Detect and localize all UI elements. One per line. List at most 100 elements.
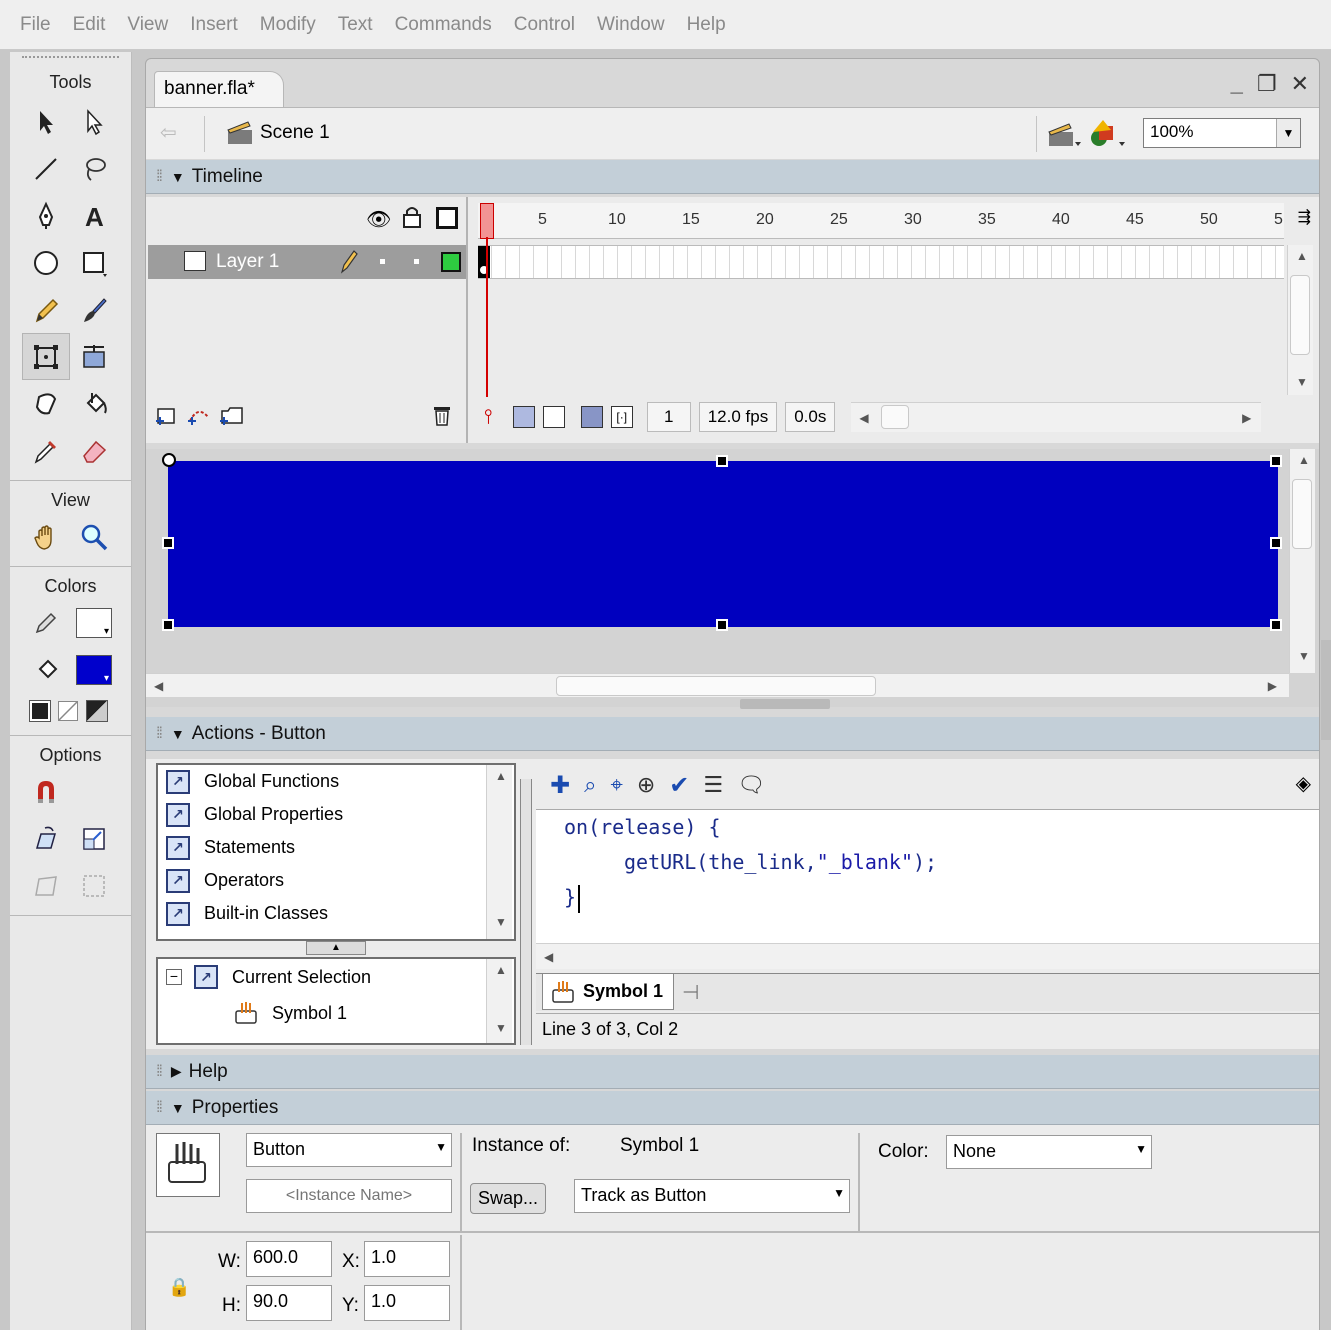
transform-handle[interactable]: [162, 619, 174, 631]
lock-icon[interactable]: [402, 205, 422, 234]
hand-tool[interactable]: [22, 513, 70, 560]
scroll-down-icon[interactable]: ▼: [1298, 649, 1310, 663]
back-arrow-icon[interactable]: ⇦: [160, 120, 177, 145]
layer-name[interactable]: Layer 1: [216, 251, 279, 273]
book-statements[interactable]: ↗ Statements: [158, 831, 514, 864]
scroll-right-icon[interactable]: ▶: [1268, 679, 1277, 693]
tree-symbol-item[interactable]: Symbol 1: [158, 995, 514, 1031]
motion-guide-icon[interactable]: [186, 403, 212, 432]
dropdown-arrow-icon[interactable]: ▼: [1135, 1142, 1147, 1156]
menu-edit[interactable]: Edit: [73, 14, 106, 36]
auto-format-icon[interactable]: ☰: [703, 772, 723, 798]
pencil-tool[interactable]: [22, 286, 70, 333]
scroll-up-icon[interactable]: ▲: [495, 963, 507, 977]
code-hint-icon[interactable]: 🗨: [737, 772, 765, 798]
panel-grip-icon[interactable]: ⁞⁞: [156, 725, 163, 743]
actions-header[interactable]: ⁞⁞ ▼ Actions - Button: [146, 717, 1319, 751]
menu-text[interactable]: Text: [338, 14, 373, 36]
width-input[interactable]: 600.0: [246, 1241, 332, 1277]
playhead-marker[interactable]: [480, 203, 494, 239]
oval-tool[interactable]: [22, 239, 70, 286]
frame-row[interactable]: [478, 245, 1284, 279]
selection-tool[interactable]: [22, 98, 70, 145]
track-as-dropdown[interactable]: Track as Button ▼: [574, 1179, 850, 1213]
eyedropper-tool[interactable]: [22, 427, 70, 474]
timeline-vscroll[interactable]: ▲ ▼: [1287, 245, 1313, 395]
scroll-left-icon[interactable]: ◀: [859, 411, 868, 425]
constrain-lock-icon[interactable]: 🔒: [168, 1277, 190, 1298]
color-effect-dropdown[interactable]: None ▼: [946, 1135, 1152, 1169]
insert-folder-icon[interactable]: [218, 403, 246, 432]
scroll-thumb[interactable]: [1292, 479, 1312, 549]
dropdown-arrow-icon[interactable]: ▼: [833, 1186, 845, 1200]
scroll-up-icon[interactable]: ▲: [495, 769, 507, 783]
help-header[interactable]: ⁞⁞ ▶ Help: [146, 1055, 1319, 1089]
collapse-arrow-icon[interactable]: ▼: [171, 1100, 185, 1116]
lasso-tool[interactable]: [70, 145, 118, 192]
lock-dot[interactable]: [414, 259, 419, 264]
script-tab-symbol[interactable]: Symbol 1: [542, 974, 674, 1010]
menu-commands[interactable]: Commands: [395, 14, 492, 36]
timeline-hscroll[interactable]: ◀ ▶: [851, 402, 1262, 432]
scroll-left-icon[interactable]: ◀: [544, 950, 553, 964]
find-icon[interactable]: ⌕: [584, 772, 596, 798]
pane-splitter[interactable]: [520, 779, 532, 1045]
scroll-down-icon[interactable]: ▼: [495, 1021, 507, 1035]
registration-point-icon[interactable]: [162, 453, 176, 467]
transform-handle[interactable]: [162, 537, 174, 549]
properties-header[interactable]: ⁞⁞ ▼ Properties: [146, 1091, 1319, 1125]
line-tool[interactable]: [22, 145, 70, 192]
scroll-thumb[interactable]: [1290, 275, 1310, 355]
snap-magnet-option[interactable]: [22, 768, 70, 815]
zoom-dropdown-arrow-icon[interactable]: ▼: [1276, 119, 1300, 147]
book-operators[interactable]: ↗ Operators: [158, 864, 514, 897]
frame-rate[interactable]: 12.0 fps: [698, 402, 778, 432]
outline-icon[interactable]: [436, 207, 458, 229]
rectangle-tool[interactable]: [70, 239, 118, 286]
eraser-tool[interactable]: [70, 427, 118, 474]
transform-handle[interactable]: [1270, 619, 1282, 631]
scroll-up-icon[interactable]: ▲: [1296, 249, 1308, 263]
eye-icon[interactable]: 👁: [366, 207, 391, 232]
modify-markers-icon[interactable]: [·]: [610, 406, 633, 428]
script-editor[interactable]: on(release) { getURL(the_link,"_blank");…: [536, 809, 1319, 943]
transform-handle[interactable]: [1270, 455, 1282, 467]
document-tab[interactable]: banner.fla*: [154, 71, 284, 107]
scroll-left-icon[interactable]: ◀: [154, 679, 163, 693]
check-syntax-icon[interactable]: ✔: [669, 771, 689, 800]
add-statement-icon[interactable]: ✚: [550, 771, 570, 800]
script-hscroll[interactable]: ◀: [536, 943, 1319, 969]
x-input[interactable]: 1.0: [364, 1241, 450, 1277]
scroll-down-icon[interactable]: ▼: [1296, 375, 1308, 389]
tree-collapse-icon[interactable]: −: [166, 969, 182, 985]
restore-button[interactable]: ❐: [1257, 71, 1277, 97]
menu-modify[interactable]: Modify: [260, 14, 316, 36]
stage-vscroll[interactable]: ▲ ▼: [1289, 449, 1315, 673]
onion-skin-icon[interactable]: [512, 406, 535, 428]
debug-options-icon[interactable]: ⊕: [637, 772, 655, 798]
timeline-ruler[interactable]: 1 5 10 15 20 25 30 35 40 45 50 5: [478, 203, 1284, 239]
scroll-up-icon[interactable]: ▲: [1298, 453, 1310, 467]
edit-multiple-icon[interactable]: [580, 406, 603, 428]
swap-button[interactable]: Swap...: [470, 1183, 547, 1214]
scene-label[interactable]: Scene 1: [260, 122, 330, 144]
text-tool[interactable]: A: [70, 192, 118, 239]
zoom-tool[interactable]: [70, 513, 118, 560]
insert-target-path-icon[interactable]: ⌖: [610, 772, 622, 798]
menu-help[interactable]: Help: [687, 14, 726, 36]
instance-name-input[interactable]: [246, 1179, 452, 1213]
scroll-down-icon[interactable]: ▼: [495, 915, 507, 929]
toolbox-splitter[interactable]: ▲: [306, 941, 366, 955]
tree-current-selection[interactable]: − ↗ Current Selection: [158, 959, 514, 995]
menu-window[interactable]: Window: [597, 14, 665, 36]
transform-handle[interactable]: [716, 619, 728, 631]
edit-symbols-icon[interactable]: [1087, 118, 1127, 153]
swap-colors-icon[interactable]: [86, 700, 108, 722]
navigator-vscroll[interactable]: ▲ ▼: [486, 959, 512, 1043]
pen-tool[interactable]: [22, 192, 70, 239]
fill-color-swatch[interactable]: ▾: [70, 646, 118, 693]
toolbox-vscroll[interactable]: ▲ ▼: [486, 765, 512, 939]
panel-grip-icon[interactable]: ⁞⁞: [156, 168, 163, 186]
menu-view[interactable]: View: [127, 14, 168, 36]
stroke-color-swatch[interactable]: ▾: [70, 599, 118, 646]
